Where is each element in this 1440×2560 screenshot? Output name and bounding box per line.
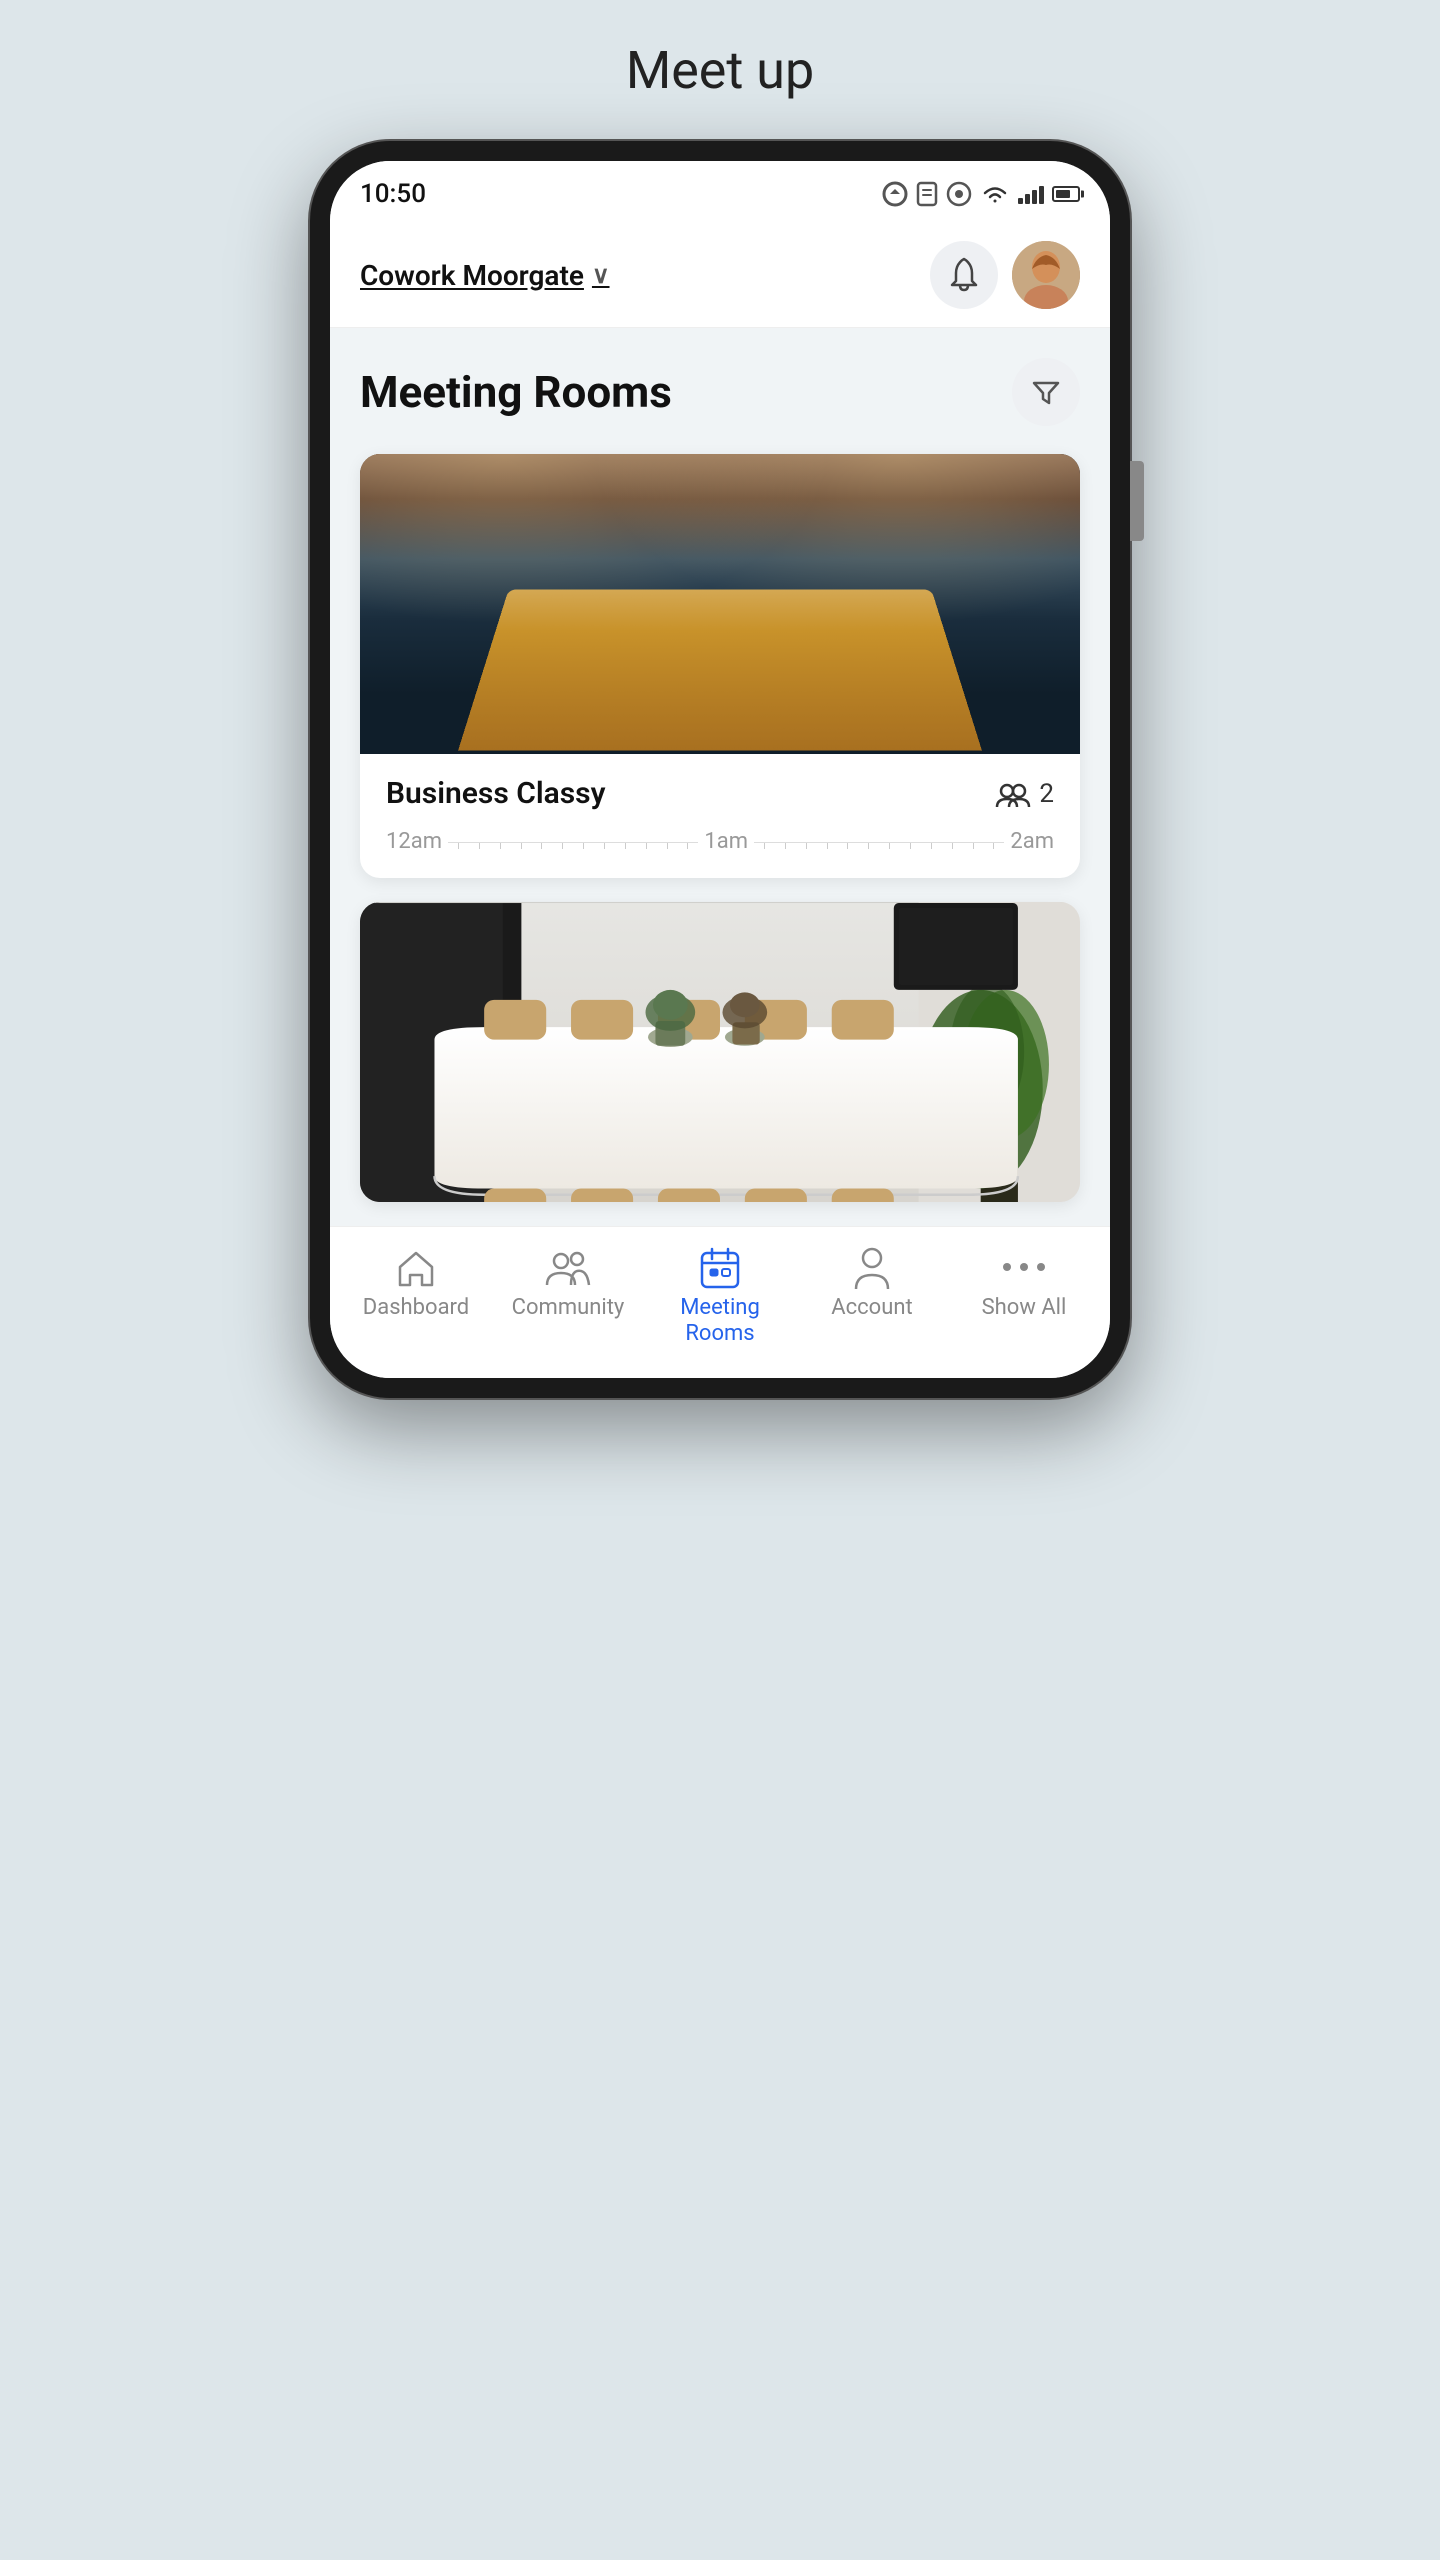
community-icon bbox=[543, 1245, 593, 1289]
nav-item-meeting-rooms[interactable]: MeetingRooms bbox=[660, 1245, 780, 1348]
capacity-icon-1 bbox=[995, 781, 1031, 807]
section-header: Meeting Rooms bbox=[360, 358, 1080, 426]
status-icons bbox=[882, 181, 1080, 207]
app-header: Cowork Moorgate ∨ bbox=[330, 221, 1110, 328]
timeline-ticks-1b bbox=[754, 842, 1004, 854]
nav-item-dashboard[interactable]: Dashboard bbox=[356, 1245, 476, 1348]
nav-label-account: Account bbox=[831, 1295, 912, 1321]
room-image-2-container bbox=[360, 902, 1080, 1202]
nav-item-community[interactable]: Community bbox=[508, 1245, 628, 1348]
room-info-1: Business Classy 2 12am bbox=[360, 754, 1080, 878]
filter-icon bbox=[1031, 377, 1061, 407]
home-icon bbox=[391, 1245, 441, 1289]
app-icon-2 bbox=[916, 181, 938, 207]
room-name-1: Business Classy bbox=[386, 776, 605, 811]
filter-button[interactable] bbox=[1012, 358, 1080, 426]
room-image-1 bbox=[360, 454, 1080, 754]
nav-label-dashboard: Dashboard bbox=[363, 1295, 469, 1321]
signal-bars bbox=[1018, 184, 1044, 204]
capacity-count-1: 2 bbox=[1039, 779, 1054, 809]
calendar-icon bbox=[695, 1245, 745, 1289]
section-title: Meeting Rooms bbox=[360, 366, 672, 418]
notification-button[interactable] bbox=[930, 241, 998, 309]
timeline-start-1: 12am bbox=[386, 829, 442, 854]
avatar-svg bbox=[1012, 241, 1080, 309]
bottom-nav: Dashboard Community bbox=[330, 1226, 1110, 1378]
wifi-icon bbox=[980, 183, 1010, 205]
location-selector[interactable]: Cowork Moorgate ∨ bbox=[360, 259, 610, 292]
timeline-mid-1: 1am bbox=[704, 829, 748, 854]
timeline-1: 12am 1am bbox=[386, 829, 1054, 868]
bell-icon bbox=[948, 257, 980, 293]
dots-icon bbox=[999, 1245, 1049, 1289]
phone-frame: 10:50 bbox=[310, 141, 1130, 1398]
room-card[interactable]: Business Classy 2 12am bbox=[360, 454, 1080, 878]
room-scene-1 bbox=[360, 454, 1080, 754]
app-icon-3 bbox=[946, 181, 972, 207]
header-actions bbox=[930, 241, 1080, 309]
location-name: Cowork Moorgate bbox=[360, 259, 584, 292]
phone-screen: 10:50 bbox=[330, 161, 1110, 1378]
app-icon-1 bbox=[882, 181, 908, 207]
person-icon bbox=[847, 1245, 897, 1289]
room-card-2[interactable] bbox=[360, 902, 1080, 1202]
room-capacity-1: 2 bbox=[995, 779, 1054, 809]
room-name-row-1: Business Classy 2 bbox=[386, 776, 1054, 811]
page-title: Meet up bbox=[626, 40, 814, 101]
room-scene-2 bbox=[360, 902, 1080, 1202]
status-bar: 10:50 bbox=[330, 161, 1110, 221]
user-avatar[interactable] bbox=[1012, 241, 1080, 309]
nav-item-account[interactable]: Account bbox=[812, 1245, 932, 1348]
timeline-end-1: 2am bbox=[1010, 829, 1054, 854]
timeline-ticks-1 bbox=[448, 842, 698, 854]
status-time: 10:50 bbox=[360, 179, 426, 209]
nav-label-show-all: Show All bbox=[982, 1295, 1067, 1321]
nav-label-meeting-rooms: MeetingRooms bbox=[680, 1295, 760, 1348]
battery-icon bbox=[1052, 186, 1080, 202]
chevron-down-icon: ∨ bbox=[592, 261, 610, 289]
nav-item-show-all[interactable]: Show All bbox=[964, 1245, 1084, 1348]
avatar-image bbox=[1012, 241, 1080, 309]
nav-label-community: Community bbox=[512, 1295, 625, 1321]
main-content: Meeting Rooms bbox=[330, 328, 1110, 1202]
